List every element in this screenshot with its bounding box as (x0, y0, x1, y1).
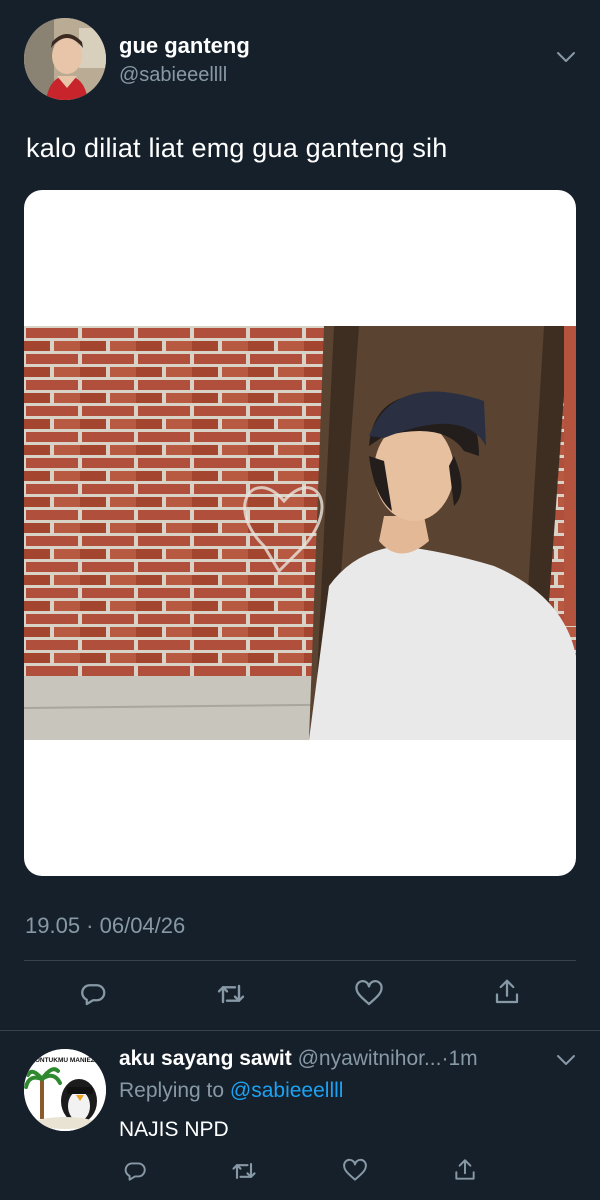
author-handle[interactable]: @sabieeellll (119, 64, 227, 87)
tweet-media[interactable] (24, 190, 576, 876)
reply-icon (81, 984, 106, 1006)
reply-reply-button[interactable] (118, 1154, 152, 1188)
reply-time: ·1m (441, 1047, 478, 1070)
heart-icon (355, 980, 383, 1006)
reply-author-handle[interactable]: @nyawitnihor... (298, 1047, 442, 1070)
replying-mention-link[interactable]: @sabieeellll (230, 1079, 344, 1102)
tweet-timestamp[interactable]: 19.05 · 06/04/26 (25, 913, 185, 939)
author-avatar[interactable] (24, 18, 106, 100)
retweet-button[interactable] (214, 977, 248, 1011)
tweet-text: kalo diliat liat emg gua ganteng sih (26, 133, 448, 163)
divider (24, 960, 576, 961)
share-button[interactable] (490, 975, 524, 1009)
share-icon (495, 979, 519, 1004)
reply-author-avatar[interactable]: UNTUKMU MANIEZ (24, 1049, 106, 1131)
reply-text: NAJIS NPD (119, 1118, 229, 1141)
divider (0, 1030, 600, 1031)
author-name[interactable]: gue ganteng (119, 33, 250, 59)
reply-icon (124, 1162, 146, 1181)
chevron-down-icon (557, 1055, 575, 1065)
reply-menu-button[interactable] (556, 1053, 576, 1072)
retweet-icon (217, 984, 245, 1004)
replying-prefix: Replying to (119, 1079, 225, 1102)
tweet-menu-button[interactable] (556, 50, 576, 69)
avatar-badge-text: UNTUKMU MANIEZ (35, 1057, 95, 1064)
replying-to: Replying to @sabieeellll (119, 1079, 343, 1103)
tweet-photo (24, 326, 576, 740)
heart-icon (343, 1158, 367, 1181)
reply-retweet-button[interactable] (227, 1154, 261, 1188)
retweet-icon (232, 1162, 256, 1180)
share-icon (455, 1159, 475, 1180)
reply-button[interactable] (76, 977, 110, 1011)
chevron-down-icon (557, 52, 575, 62)
like-button[interactable] (352, 977, 386, 1011)
reply-like-button[interactable] (338, 1154, 372, 1188)
reply-author-name[interactable]: aku sayang sawit (119, 1047, 292, 1070)
reply-share-button[interactable] (448, 1153, 482, 1187)
reply-header: aku sayang sawit @nyawitnihor...·1m (119, 1047, 478, 1071)
